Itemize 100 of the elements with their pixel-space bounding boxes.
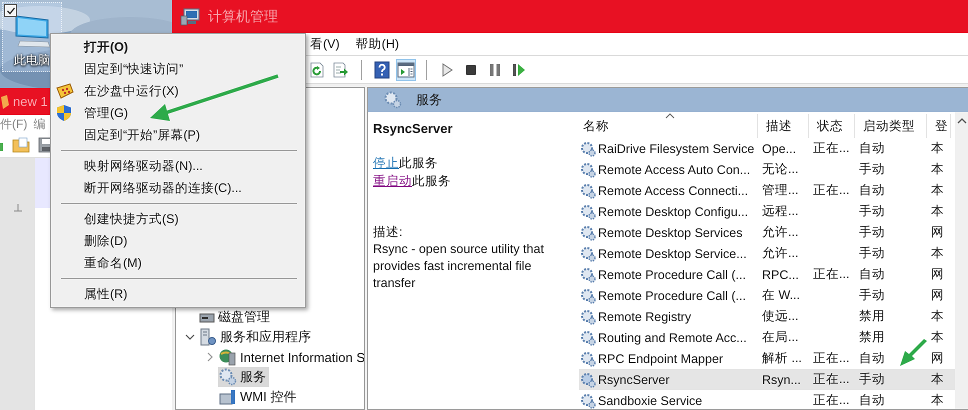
gear-icon bbox=[580, 266, 596, 282]
tree-item[interactable]: 磁盘管理 bbox=[198, 307, 273, 327]
table-cell: 管理... bbox=[762, 183, 798, 197]
table-cell: 手动 bbox=[859, 204, 885, 218]
menu-item[interactable]: 删除(D) bbox=[51, 230, 305, 252]
column-header[interactable]: 启动类型 bbox=[855, 114, 927, 138]
table-row[interactable]: RsyncServer Rsyn... 正在... 手动 本 bbox=[579, 369, 955, 390]
table-row[interactable]: Remote Desktop Services 允许... 手动 网 bbox=[579, 222, 955, 243]
table-cell: 自动 bbox=[859, 267, 885, 281]
table-cell: 手动 bbox=[859, 162, 885, 176]
table-row[interactable]: Remote Procedure Call (... 在 W... 手动 网 bbox=[579, 285, 955, 306]
chevron-right-icon[interactable] bbox=[205, 352, 215, 362]
table-cell: 正在... bbox=[813, 267, 850, 281]
menu-item[interactable]: 属性(R) bbox=[51, 283, 305, 305]
folder-icon[interactable] bbox=[12, 137, 30, 153]
table-cell: 正在... bbox=[813, 351, 850, 365]
gear-icon bbox=[580, 308, 596, 324]
gear-icon bbox=[580, 330, 596, 346]
chevron-down-icon[interactable] bbox=[185, 332, 195, 342]
menu-item[interactable]: 创建快捷方式(S) bbox=[51, 208, 305, 230]
table-row[interactable]: Remote Access Auto Con... 无论... 手动 本 bbox=[579, 159, 955, 180]
table-row[interactable]: Remote Desktop Service... 允许... 手动 本 bbox=[579, 243, 955, 264]
menu-item[interactable]: 看(V) bbox=[310, 36, 340, 52]
table-row[interactable]: Remote Procedure Call (... RPC... 正在... 自动 网 bbox=[579, 264, 955, 285]
panel-icon bbox=[397, 62, 415, 78]
table-cell: 允许... bbox=[762, 225, 798, 239]
gear-icon bbox=[580, 204, 596, 220]
table-row[interactable]: RPC Endpoint Mapper 解析 ... 正在... 自动 网 bbox=[579, 348, 955, 369]
menu-item[interactable]: 在沙盘中运行(X) bbox=[51, 80, 305, 102]
tree-item[interactable]: Internet Information S bbox=[218, 347, 364, 367]
table-cell: 禁用 bbox=[859, 309, 885, 323]
column-header[interactable]: 名称 bbox=[579, 114, 758, 138]
help-icon bbox=[374, 60, 390, 78]
table-cell-text: Remote Access Connecti... bbox=[597, 184, 750, 198]
table-row[interactable]: Routing and Remote Acc... 在局... 禁用 本 bbox=[579, 327, 955, 348]
scroll-up-icon[interactable] bbox=[956, 118, 966, 124]
toolbar-button[interactable] bbox=[396, 58, 416, 80]
table-cell-text: RsyncServer bbox=[597, 372, 671, 386]
table-cell: 正在... bbox=[813, 141, 850, 155]
gear-icon bbox=[580, 140, 596, 156]
table-cell: 手动 bbox=[859, 225, 885, 239]
gear-icon bbox=[384, 91, 402, 109]
menu-item[interactable]: 固定到“开始”屏幕(P) bbox=[51, 124, 305, 146]
action-text: 重启动此服务 bbox=[373, 173, 452, 190]
gear-icon bbox=[580, 246, 596, 262]
column-header[interactable]: 描述 bbox=[758, 114, 809, 138]
resume-icon bbox=[512, 62, 526, 76]
table-cell-text: 本 bbox=[930, 308, 945, 325]
table-cell-text: RPC Endpoint Mapper bbox=[597, 352, 724, 366]
menu-item[interactable]: 映射网络驱动器(N)... bbox=[51, 155, 305, 177]
gear-icon bbox=[219, 368, 237, 386]
table-cell-text: 本 bbox=[930, 392, 945, 409]
menu-item[interactable]: 编 bbox=[33, 116, 46, 132]
table-cell: 在局... bbox=[762, 330, 798, 344]
table-cell-text: 本 bbox=[930, 245, 945, 262]
gear-icon bbox=[580, 162, 596, 178]
pause-icon bbox=[489, 62, 501, 76]
table-cell: 自动 bbox=[859, 141, 885, 155]
table-cell: 解析 ... bbox=[762, 351, 802, 365]
table-row[interactable]: Remote Access Connecti... 管理... 正在... 自动 本 bbox=[579, 180, 955, 201]
table-cell: Ope... bbox=[762, 142, 796, 156]
table-cell-text: 本 bbox=[930, 140, 945, 157]
tree-item[interactable]: WMI 控件 bbox=[218, 387, 300, 407]
table-cell: 手动 bbox=[859, 372, 885, 386]
table-cell: 无论... bbox=[762, 162, 798, 176]
table-cell-text: Remote Desktop Configu... bbox=[597, 204, 750, 218]
table-cell: 正在... bbox=[813, 183, 850, 197]
table-row[interactable]: Remote Desktop Configu... 远程... 手动 本 bbox=[579, 201, 955, 222]
table-row[interactable]: Sandboxie Service 正在... 自动 本 bbox=[579, 390, 955, 410]
scrollbar[interactable] bbox=[955, 112, 968, 409]
table-cell-text: Remote Desktop Service... bbox=[597, 246, 748, 260]
table-cell-text: 本 bbox=[930, 371, 945, 388]
sandbox-icon bbox=[56, 83, 74, 99]
services-apps-icon bbox=[199, 328, 217, 346]
table-cell-text: 本 bbox=[930, 161, 945, 178]
action-link[interactable]: 停止 bbox=[373, 156, 399, 170]
table-row[interactable]: Remote Registry 使远... 禁用 本 bbox=[579, 306, 955, 327]
checkbox[interactable] bbox=[4, 4, 17, 17]
table-cell: Rsyn... bbox=[762, 372, 801, 386]
panel-title: 服务 bbox=[416, 91, 442, 109]
table-row[interactable]: RaiDrive Filesystem Service Ope... 正在... 自动 本 bbox=[579, 138, 955, 159]
column-header[interactable]: 登 bbox=[927, 114, 951, 138]
table-cell: 在 W... bbox=[762, 288, 800, 302]
wmi-icon bbox=[219, 389, 237, 405]
menu-item[interactable]: 重命名(M) bbox=[51, 252, 305, 274]
window-title: new 1 bbox=[13, 94, 48, 109]
play-icon bbox=[441, 62, 453, 76]
tree-item[interactable]: 服务和应用程序 bbox=[198, 327, 314, 347]
table-cell: 正在... bbox=[813, 372, 850, 386]
menu-item[interactable]: 断开网络驱动器的连接(C)... bbox=[51, 177, 305, 199]
column-header[interactable]: 状态 bbox=[809, 114, 855, 138]
menu-item[interactable]: 帮助(H) bbox=[356, 36, 400, 52]
menu-item[interactable]: 件(F) bbox=[0, 116, 28, 132]
table-cell: 允许... bbox=[762, 246, 798, 260]
tree-item[interactable]: 服务 bbox=[218, 367, 269, 387]
table-cell: 正在... bbox=[813, 393, 850, 407]
table-cell-text: 本 bbox=[930, 329, 945, 346]
action-link[interactable]: 重启动 bbox=[373, 174, 412, 188]
toolbar-button[interactable] bbox=[372, 58, 392, 80]
computer-management-icon bbox=[180, 8, 200, 26]
